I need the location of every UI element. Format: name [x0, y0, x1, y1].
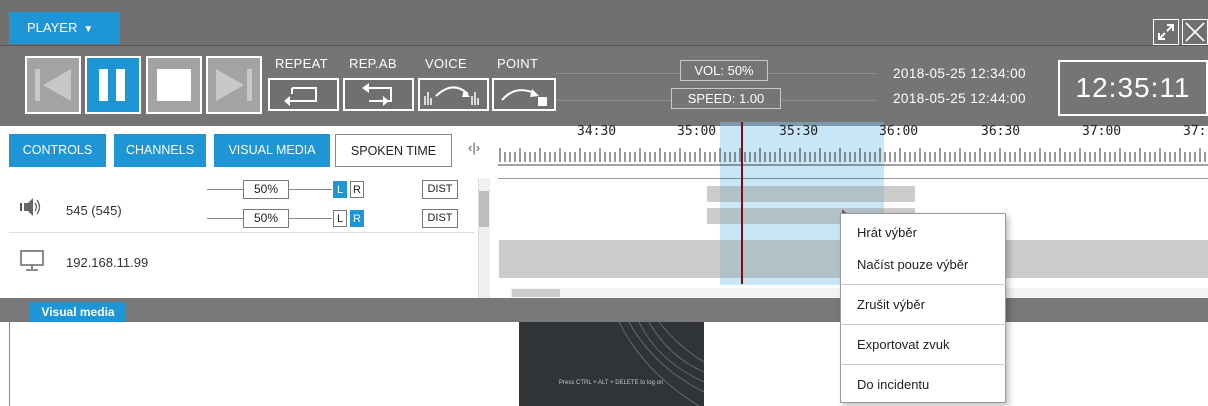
top-bar	[0, 0, 1208, 46]
menu-item-play-selection[interactable]: Hrát výběr	[857, 225, 917, 240]
skip-back-icon	[35, 69, 71, 101]
visual-media-tab[interactable]: Visual media	[30, 302, 126, 322]
end-datetime: 2018-05-25 12:44:00	[893, 91, 1026, 106]
rep-ab-label: REP.AB	[349, 56, 397, 71]
screen-thumbnail[interactable]: Press CTRL + ALT + DELETE to log on	[519, 322, 704, 406]
channel-label: 545 (545)	[66, 203, 122, 218]
timeline-tick-label: 34:30	[577, 124, 617, 139]
current-time-clock: 12:35:11	[1058, 60, 1208, 116]
right-toggle-off[interactable]: R	[350, 181, 364, 198]
tab-channels[interactable]: CHANNELS	[114, 134, 206, 167]
dist-button[interactable]: DIST	[422, 209, 458, 228]
restore-down-icon[interactable]	[1153, 19, 1179, 45]
stop-icon	[157, 69, 191, 101]
channel-level-left[interactable]: 50%	[243, 180, 289, 199]
rep-ab-icon	[362, 83, 392, 106]
menu-separator	[842, 284, 1006, 285]
timeline-tick-label: 37:00	[1082, 124, 1122, 139]
point-icon	[501, 89, 547, 106]
horizontal-scroll-thumb[interactable]	[512, 289, 560, 297]
close-icon[interactable]	[1182, 19, 1208, 45]
menu-separator	[842, 364, 1006, 365]
player-label: PLAYER	[27, 20, 78, 35]
menu-item-load-selection-only[interactable]: Načíst pouze výběr	[857, 257, 968, 272]
start-datetime: 2018-05-25 12:34:00	[893, 66, 1026, 81]
visual-media-bar	[0, 298, 1208, 322]
level-line	[289, 189, 332, 190]
playhead[interactable]	[741, 122, 743, 284]
point-button[interactable]	[492, 78, 556, 111]
repeat-label: REPEAT	[275, 56, 328, 71]
level-line	[289, 218, 332, 219]
menu-separator	[842, 324, 1006, 325]
tab-visual-media[interactable]: VISUAL MEDIA	[214, 134, 330, 167]
context-menu: Hrát výběr Načíst pouze výběr Zrušit výb…	[840, 213, 1006, 403]
player-menu-button[interactable]: PLAYER ▼	[9, 12, 120, 44]
panel-resize-icon[interactable]: ‹|›	[468, 140, 480, 155]
channel-label: 192.168.11.99	[66, 255, 149, 270]
thumbnail-caption: Press CTRL + ALT + DELETE to log on	[559, 380, 664, 386]
skip-forward-button[interactable]	[206, 56, 262, 114]
speed-display[interactable]: SPEED: 1.00	[671, 88, 781, 109]
level-line	[207, 189, 243, 190]
point-label: POINT	[497, 56, 539, 71]
left-toggle-on[interactable]: L	[333, 181, 347, 198]
speaker-icon[interactable]	[20, 197, 42, 222]
left-toggle-off[interactable]: L	[333, 210, 347, 227]
voice-button[interactable]	[418, 78, 489, 111]
timeline-tick-label: 37:	[1183, 124, 1207, 139]
monitor-icon[interactable]	[20, 250, 44, 277]
stop-button[interactable]	[146, 56, 202, 114]
skip-back-button[interactable]	[25, 56, 81, 114]
voice-label: VOICE	[425, 56, 467, 71]
timeline-tick-label: 35:30	[779, 124, 819, 139]
pause-button[interactable]	[85, 56, 141, 114]
vertical-scroll-thumb[interactable]	[479, 191, 489, 227]
dist-button[interactable]: DIST	[422, 180, 458, 199]
level-line	[207, 218, 243, 219]
timeline-tick-label: 36:30	[981, 124, 1021, 139]
right-toggle-on[interactable]: R	[350, 210, 364, 227]
repeat-icon	[284, 87, 317, 106]
dropdown-caret-icon: ▼	[83, 24, 94, 35]
tab-spoken-time[interactable]: SPOKEN TIME	[335, 134, 452, 167]
pause-icon	[99, 69, 125, 101]
timeline-tick-label: 36:00	[879, 124, 919, 139]
channel-level-right[interactable]: 50%	[243, 209, 289, 228]
timeline-tick-label: 35:00	[677, 124, 717, 139]
repeat-button[interactable]	[268, 78, 339, 111]
menu-item-cancel-selection[interactable]: Zrušit výběr	[857, 297, 925, 312]
menu-item-to-incident[interactable]: Do incidentu	[857, 377, 929, 392]
row-divider	[9, 232, 474, 233]
voice-icon	[424, 86, 479, 105]
volume-display[interactable]: VOL: 50%	[680, 60, 768, 81]
skip-forward-icon	[216, 69, 252, 101]
rep-ab-button[interactable]	[343, 78, 414, 111]
menu-item-export-audio[interactable]: Exportovat zvuk	[857, 337, 950, 352]
tab-controls[interactable]: CONTROLS	[9, 134, 106, 167]
